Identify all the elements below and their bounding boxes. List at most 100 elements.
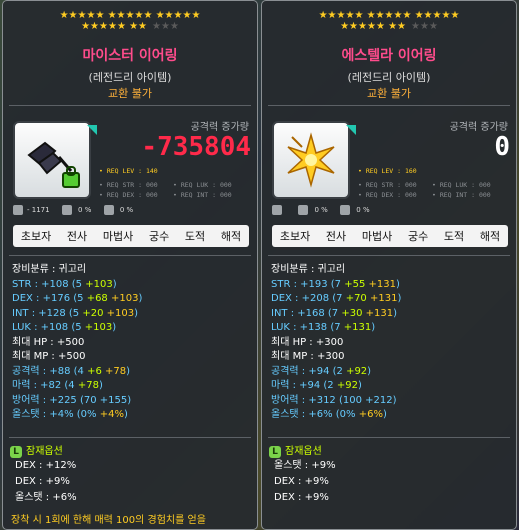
potential-lines: 올스탯 : +9% DEX : +9% DEX : +9% [274, 458, 336, 506]
stars-row-2-empty: ★★★ [152, 21, 179, 32]
magic-stat: 마력 : +82 (4 +78) [12, 380, 103, 391]
stars-row-1: ★★★★★ ★★★★★ ★★★★★ [318, 10, 460, 21]
equip-category: 장비분류 : 귀고리 [12, 264, 87, 275]
estella-earring-icon [287, 132, 335, 188]
job-pirate: 해적 [479, 230, 501, 243]
potential-lines: DEX : +12% DEX : +9% 올스탯 : +6% [15, 458, 77, 506]
job-thief: 도적 [443, 230, 465, 243]
attack-stat: 공격력 : +94 (2 +92) [271, 365, 372, 377]
bag-icon [298, 205, 309, 215]
potential-line: DEX : +12% [15, 460, 77, 471]
job-magician: 마법사 [361, 230, 393, 243]
defense-stat: 방어력 : +225 (70 +155) [12, 394, 132, 406]
job-archer: 궁수 [148, 230, 170, 243]
stars-row-2-filled: ★★★★★ ★★ [340, 21, 407, 32]
stat-line: DEX : +208 (7 +70 +131) [271, 293, 402, 304]
stars-row-1: ★★★★★ ★★★★★ ★★★★★ [59, 10, 201, 21]
potential-header: L 잠재옵션 [269, 442, 322, 458]
attack-increase-label: 공격력 증가량 [449, 122, 508, 133]
chain-icon [13, 205, 23, 215]
attack-stat: 공격력 : +88 (4 +6 +78) [12, 365, 131, 377]
job-requirement-bar: 초보자 전사 마법사 궁수 도적 해적 [13, 225, 249, 247]
defense-stat: 방어력 : +312 (100 +212) [271, 394, 397, 406]
item-name: 에스텔라 이어링 [341, 48, 437, 64]
job-archer: 궁수 [407, 230, 429, 243]
shield-icon [103, 205, 114, 215]
potential-line: DEX : +9% [274, 492, 329, 503]
job-requirement-bar: 초보자 전사 마법사 궁수 도적 해적 [272, 225, 508, 247]
trade-status: 교환 불가 [108, 87, 152, 100]
potential-title: 잠재옵션 [26, 446, 63, 457]
star-force-stars: ★★★★★ ★★★★★ ★★★★★ ★★★★★ ★★ ★★★ [262, 10, 516, 32]
trade-status: 교환 불가 [367, 87, 411, 100]
divider [268, 255, 510, 256]
item-stats: 장비분류 : 귀고리 STR : +108 (5 +103) DEX : +176… [12, 263, 142, 423]
stat-line: DEX : +176 (5 +68 +103) [12, 293, 143, 304]
misc-stat-c: 0 % [119, 206, 134, 214]
divider [9, 437, 251, 438]
potential-line: DEX : +9% [274, 476, 329, 487]
misc-stat-b: 0 % [78, 206, 92, 214]
all-stat: 올스탯 : +4% (0% +4%) [12, 409, 128, 420]
item-tooltip-meister-earring: ★★★★★ ★★★★★ ★★★★★ ★★★★★ ★★ ★★★ 마이스터 이어링 (… [2, 0, 258, 530]
stat-line: INT : +128 (5 +20 +103) [12, 307, 139, 319]
item-icon-frame [13, 121, 97, 199]
stars-row-2-filled: ★★★★★ ★★ [81, 21, 148, 32]
magic-stat: 마력 : +94 (2 +92) [271, 380, 362, 391]
stat-line: LUK : +138 (7 +131) [271, 322, 376, 333]
potential-line: 올스탯 : +9% [274, 460, 336, 471]
shield-icon [340, 205, 351, 215]
job-beginner: 초보자 [279, 230, 311, 243]
req-luk: • REQ LUK : 000 [173, 181, 232, 189]
misc-stat-c: 0 % [356, 206, 370, 214]
req-level: • REQ LEV : 160 [358, 167, 417, 175]
job-thief: 도적 [184, 230, 206, 243]
req-luk: • REQ LUK : 000 [432, 181, 491, 189]
job-beginner: 초보자 [20, 230, 52, 243]
job-magician: 마법사 [102, 230, 134, 243]
max-hp: 최대 HP : +500 [12, 336, 85, 348]
chain-icon [272, 205, 282, 215]
potential-title: 잠재옵션 [285, 446, 322, 457]
stat-line: STR : +108 (5 +103) [12, 278, 117, 290]
item-tooltip-estella-earring: ★★★★★ ★★★★★ ★★★★★ ★★★★★ ★★ ★★★ 에스텔라 이어링 (… [261, 0, 517, 530]
stars-row-2-empty: ★★★ [411, 21, 438, 32]
attack-increase-label: 공격력 증가량 [190, 122, 249, 133]
req-int: • REQ INT : 000 [432, 191, 491, 199]
req-dex: • REQ DEX : 000 [99, 191, 158, 199]
req-str: • REQ STR : 000 [99, 181, 158, 189]
divider [268, 105, 510, 106]
req-level: • REQ LEV : 140 [99, 167, 158, 175]
attack-increase-value: -735804 [141, 132, 251, 162]
req-dex: • REQ DEX : 000 [358, 191, 417, 199]
potential-line: 올스탯 : +6% [15, 492, 77, 503]
req-str: • REQ STR : 000 [358, 181, 417, 189]
misc-stat-a: - 1171 [27, 206, 50, 214]
misc-stats-row: - 1171 0 % 0 % [13, 205, 143, 219]
max-mp: 최대 MP : +300 [271, 351, 345, 362]
equip-category: 장비분류 : 귀고리 [271, 264, 346, 275]
stat-line: LUK : +108 (5 +103) [12, 322, 117, 333]
divider [9, 105, 251, 106]
max-hp: 최대 HP : +300 [271, 336, 344, 348]
legendary-potential-icon: L [269, 446, 281, 458]
star-force-stars: ★★★★★ ★★★★★ ★★★★★ ★★★★★ ★★ ★★★ [3, 10, 257, 32]
misc-stat-b: 0 % [314, 206, 328, 214]
item-grade: (레전드리 아이템) [88, 71, 172, 84]
all-stat: 올스탯 : +6% (0% +6%) [271, 409, 387, 420]
misc-stats-row: 0 % 0 % [272, 205, 380, 219]
attack-increase-value: 0 [494, 132, 510, 162]
divider [9, 255, 251, 256]
item-icon-frame [272, 121, 356, 199]
req-int: • REQ INT : 000 [173, 191, 232, 199]
job-warrior: 전사 [325, 230, 347, 243]
item-description: 장착 시 1회에 한해 매력 100의 경험치를 얻을 [11, 515, 206, 526]
divider [268, 437, 510, 438]
legendary-potential-icon: L [10, 446, 22, 458]
rarity-corner-icon [87, 125, 97, 135]
item-name: 마이스터 이어링 [82, 48, 178, 64]
stat-line: INT : +168 (7 +30 +131) [271, 307, 398, 319]
meister-earring-icon [27, 141, 80, 188]
bag-icon [61, 205, 72, 215]
item-stats: 장비분류 : 귀고리 STR : +193 (7 +55 +131) DEX : … [271, 263, 401, 423]
